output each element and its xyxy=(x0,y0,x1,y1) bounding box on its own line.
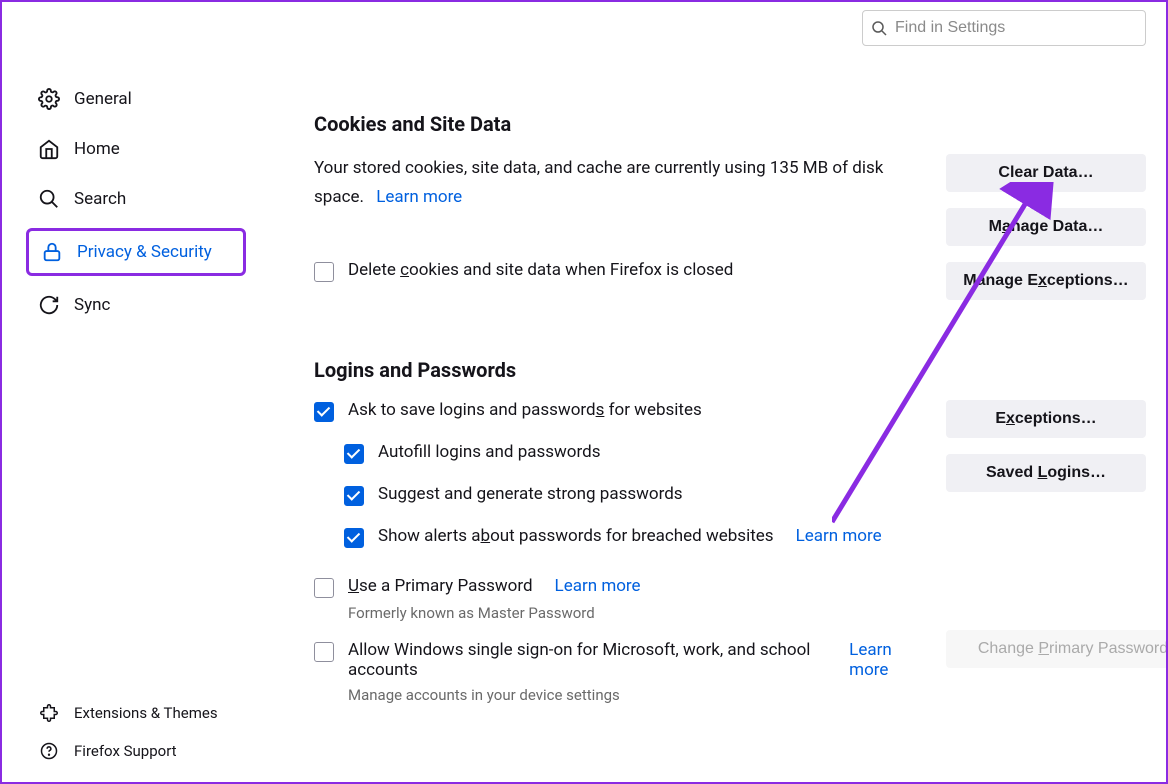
sidebar: General Home Search Privacy & Security xyxy=(2,2,282,782)
sidebar-item-label: Sync xyxy=(74,295,110,315)
section-heading: Cookies and Site Data xyxy=(314,112,1146,136)
ask-save-logins-label[interactable]: Ask to save logins and passwords for web… xyxy=(348,400,702,420)
search-input[interactable] xyxy=(862,10,1146,46)
alerts-learn-more-link[interactable]: Learn more xyxy=(796,526,882,546)
manage-accounts-note: Manage accounts in your device settings xyxy=(348,686,926,704)
home-icon xyxy=(38,138,60,160)
section-logins-passwords: Logins and Passwords Ask to save logins … xyxy=(314,358,1146,704)
main-content: Cookies and Site Data Your stored cookie… xyxy=(282,2,1166,782)
search-container xyxy=(862,10,1146,46)
puzzle-icon xyxy=(38,702,60,724)
suggest-passwords-checkbox[interactable] xyxy=(344,486,364,506)
sidebar-item-label: Extensions & Themes xyxy=(74,704,218,722)
autofill-checkbox[interactable] xyxy=(344,444,364,464)
show-alerts-label[interactable]: Show alerts about passwords for breached… xyxy=(378,526,774,546)
formerly-master-password-note: Formerly known as Master Password xyxy=(348,604,926,622)
autofill-label[interactable]: Autofill logins and passwords xyxy=(378,442,600,462)
search-icon xyxy=(871,20,887,36)
help-icon xyxy=(38,740,60,762)
sidebar-item-general[interactable]: General xyxy=(26,78,282,120)
sidebar-item-label: Search xyxy=(74,189,126,209)
clear-data-button[interactable]: Clear Data… xyxy=(946,154,1146,192)
sync-icon xyxy=(38,294,60,316)
suggest-passwords-label[interactable]: Suggest and generate strong passwords xyxy=(378,484,683,504)
saved-logins-button[interactable]: Saved Logins… xyxy=(946,454,1146,492)
ask-save-logins-checkbox[interactable] xyxy=(314,402,334,422)
use-primary-password-checkbox[interactable] xyxy=(314,578,334,598)
cookies-learn-more-link[interactable]: Learn more xyxy=(376,187,462,207)
allow-sso-checkbox[interactable] xyxy=(314,642,334,662)
section-heading: Logins and Passwords xyxy=(314,358,1146,382)
sidebar-item-label: General xyxy=(74,89,132,109)
sidebar-item-label: Firefox Support xyxy=(74,742,177,760)
use-primary-password-label[interactable]: Use a Primary Password xyxy=(348,576,533,596)
manage-data-button[interactable]: Manage Data… xyxy=(946,208,1146,246)
sidebar-item-extensions-themes[interactable]: Extensions & Themes xyxy=(26,694,282,732)
cookies-description: Your stored cookies, site data, and cach… xyxy=(314,154,926,212)
delete-cookies-label[interactable]: Delete cookies and site data when Firefo… xyxy=(348,260,733,280)
sidebar-item-privacy-security[interactable]: Privacy & Security xyxy=(26,228,246,276)
sidebar-item-search[interactable]: Search xyxy=(26,178,282,220)
sso-learn-more-link[interactable]: Learn more xyxy=(849,640,926,680)
exceptions-button[interactable]: Exceptions… xyxy=(946,400,1146,438)
section-cookies: Cookies and Site Data Your stored cookie… xyxy=(314,112,1146,300)
sidebar-item-home[interactable]: Home xyxy=(26,128,282,170)
search-icon xyxy=(38,188,60,210)
allow-sso-label[interactable]: Allow Windows single sign-on for Microso… xyxy=(348,640,827,680)
primary-password-learn-more-link[interactable]: Learn more xyxy=(555,576,641,596)
delete-cookies-checkbox[interactable] xyxy=(314,262,334,282)
show-alerts-checkbox[interactable] xyxy=(344,528,364,548)
sidebar-item-label: Home xyxy=(74,139,120,159)
manage-exceptions-button[interactable]: Manage Exceptions… xyxy=(946,262,1146,300)
sidebar-item-firefox-support[interactable]: Firefox Support xyxy=(26,732,282,770)
gear-icon xyxy=(38,88,60,110)
lock-icon xyxy=(41,241,63,263)
change-primary-password-button: Change Primary Password… xyxy=(946,630,1166,668)
sidebar-item-sync[interactable]: Sync xyxy=(26,284,282,326)
sidebar-item-label: Privacy & Security xyxy=(77,242,212,262)
